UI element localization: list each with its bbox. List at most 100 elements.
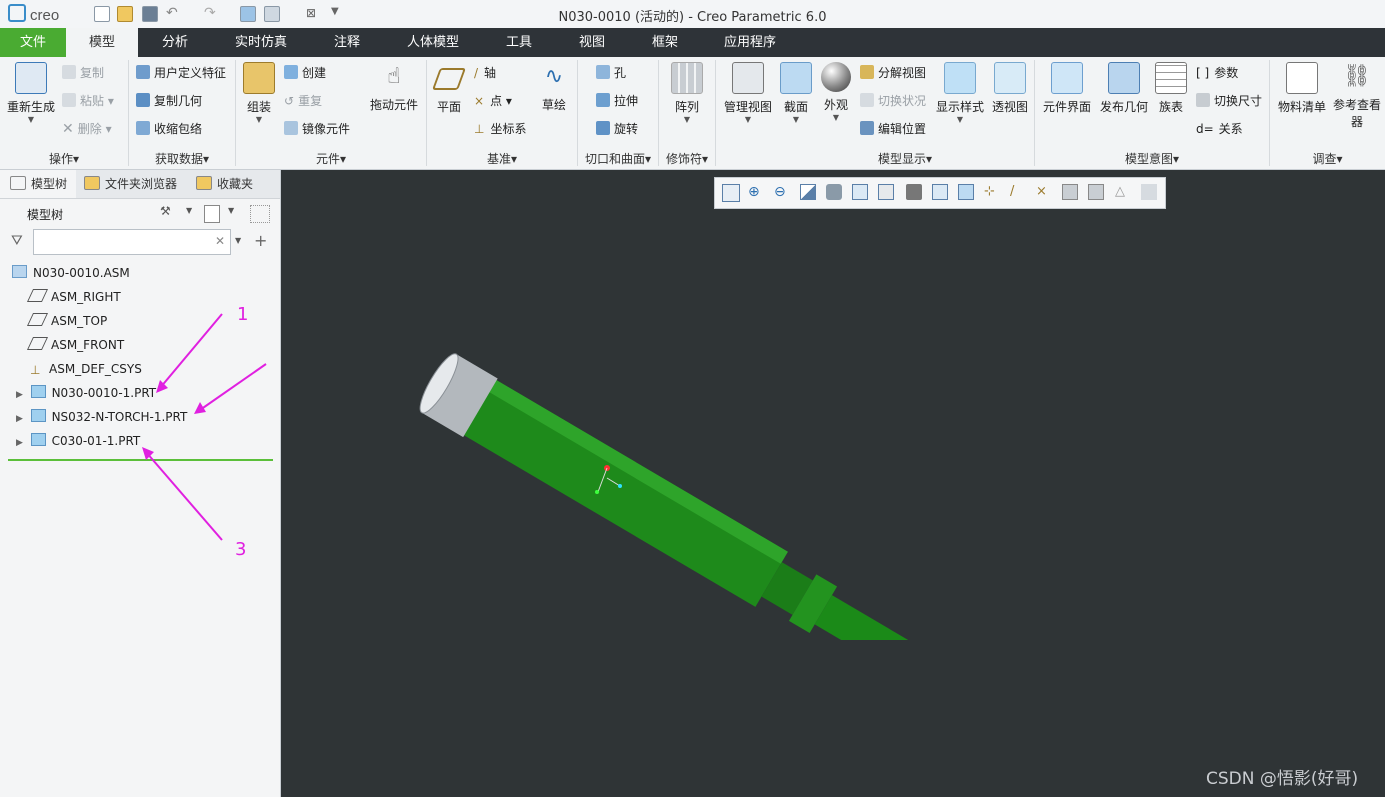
expand-arrow-icon[interactable]: ▶	[16, 438, 23, 448]
explode-view-button[interactable]: 分解视图	[860, 64, 926, 81]
component-interface-button[interactable]: 元件界面	[1040, 62, 1094, 115]
ribbon-group-label[interactable]: 基准▾	[427, 150, 577, 167]
sketch-button[interactable]: ∿ 草绘	[536, 62, 572, 113]
refit-icon[interactable]	[722, 184, 740, 202]
search-dropdown-icon[interactable]: ▼	[235, 236, 241, 245]
tab-framework[interactable]: 框架	[638, 28, 692, 57]
ribbon-group-label[interactable]: 模型意图▾	[1094, 150, 1210, 167]
extrude-button[interactable]: 拉伸	[596, 92, 638, 109]
relations-button[interactable]: d= 关系	[1196, 120, 1243, 137]
point-button[interactable]: × 点 ▾	[474, 92, 512, 109]
shrinkwrap-button[interactable]: 收缩包络	[136, 120, 202, 137]
panel-tab-model-tree[interactable]: 模型树	[0, 170, 76, 198]
repeat-button[interactable]: ↺ 重复	[284, 92, 322, 109]
model-main-body	[462, 379, 788, 607]
hole-button[interactable]: 孔	[596, 64, 626, 81]
perspective-button[interactable]: 透视图	[988, 62, 1032, 115]
tree-item-assembly[interactable]: N030-0010.ASM	[12, 264, 130, 282]
point-display-icon[interactable]: ×	[1036, 184, 1052, 200]
plane-button[interactable]: 平面	[431, 62, 467, 115]
ribbon-group-label[interactable]: 修饰符▾	[659, 150, 715, 167]
settings-dropdown-icon[interactable]: ▼	[186, 206, 192, 215]
appearance-button[interactable]: 外观 ▼	[818, 62, 854, 122]
filter-funnel-icon[interactable]: ⛛	[11, 233, 23, 249]
zoom-out-icon[interactable]: ⊖	[774, 184, 790, 200]
tree-item-datum-plane[interactable]: ASM_TOP	[26, 312, 107, 330]
copy-button[interactable]: 复制	[62, 64, 104, 81]
tree-item-datum-plane[interactable]: ASM_RIGHT	[26, 288, 121, 306]
ribbon-group-label[interactable]: 元件▾	[236, 150, 426, 167]
csys-display-icon[interactable]	[1062, 184, 1078, 200]
panel-tab-favorites[interactable]: 收藏夹	[196, 170, 266, 198]
reference-viewer-button[interactable]: ⛓ 参考查看器	[1330, 62, 1384, 130]
expand-arrow-icon[interactable]: ▶	[16, 414, 23, 424]
clear-search-icon[interactable]: ✕	[215, 234, 225, 248]
tab-manikin[interactable]: 人体模型	[396, 28, 470, 57]
tree-filter-icon[interactable]	[250, 205, 270, 223]
pattern-button[interactable]: 阵列 ▼	[664, 62, 710, 124]
revolve-button[interactable]: 旋转	[596, 120, 638, 137]
appearance-sphere-icon	[821, 62, 851, 92]
show-dropdown-icon[interactable]: ▼	[228, 206, 234, 215]
paste-button[interactable]: 粘贴 ▾	[62, 92, 114, 109]
tree-item-csys[interactable]: ⊥ ASM_DEF_CSYS	[30, 360, 142, 378]
shading-icon[interactable]	[826, 184, 842, 200]
display-style-toolbar-icon[interactable]	[852, 184, 868, 200]
tree-item-datum-plane[interactable]: ASM_FRONT	[26, 336, 124, 354]
ribbon-group-label[interactable]: 调查▾	[1270, 150, 1385, 167]
settings-tools-icon[interactable]: ⚒	[160, 204, 176, 222]
parameters-button[interactable]: [ ] 参数	[1196, 64, 1238, 81]
udf-button[interactable]: 用户定义特征	[136, 64, 226, 81]
view-manager-icon[interactable]	[906, 184, 922, 200]
panel-tab-folder-browser[interactable]: 文件夹浏览器	[84, 170, 192, 198]
datum-display-icon[interactable]: ⊹	[984, 184, 1000, 200]
expand-arrow-icon[interactable]: ▶	[16, 390, 23, 400]
display-style-button[interactable]: 显示样式 ▼	[934, 62, 986, 124]
tab-annotate[interactable]: 注释	[320, 28, 374, 57]
annotation-toggle-icon[interactable]	[1141, 184, 1157, 200]
csys-button[interactable]: ⊥ 坐标系	[474, 120, 526, 137]
repaint-icon[interactable]	[800, 184, 816, 200]
axis-display-icon[interactable]: /	[1010, 184, 1026, 200]
tree-item-part[interactable]: ▶ C030-01-1.PRT	[16, 432, 140, 450]
bom-button[interactable]: 物料清单	[1276, 62, 1328, 115]
plane-icon	[431, 68, 467, 90]
tab-analysis[interactable]: 分析	[148, 28, 202, 57]
create-button[interactable]: 创建	[284, 64, 326, 81]
spin-center-icon[interactable]	[1088, 184, 1104, 200]
section-button[interactable]: 截面 ▼	[778, 62, 814, 124]
assemble-button[interactable]: 组装 ▼	[240, 62, 278, 124]
orient-icon[interactable]	[932, 184, 948, 200]
axis-button[interactable]: / 轴	[474, 64, 496, 81]
manage-views-button[interactable]: 管理视图 ▼	[720, 62, 776, 124]
tree-search-input[interactable]	[33, 229, 231, 255]
toggle-status-icon	[860, 93, 874, 107]
show-list-icon[interactable]	[204, 205, 220, 223]
zoom-in-icon[interactable]: ⊕	[748, 184, 764, 200]
drag-component-button[interactable]: ☝ 拖动元件	[366, 62, 422, 113]
ribbon-group-label[interactable]: 获取数据▾	[129, 150, 235, 167]
annotation-display-icon[interactable]: △	[1115, 184, 1131, 200]
add-filter-icon[interactable]: +	[254, 231, 267, 250]
regenerate-button[interactable]: 重新生成 ▼	[4, 62, 58, 124]
toggle-status-button[interactable]: 切换状况	[860, 92, 926, 109]
tab-file[interactable]: 文件	[0, 28, 66, 57]
copy-geometry-icon	[136, 93, 150, 107]
tab-live-simulation[interactable]: 实时仿真	[224, 28, 298, 57]
section-view-icon[interactable]	[958, 184, 974, 200]
delete-button[interactable]: ✕ 删除 ▾	[62, 120, 112, 137]
family-table-button[interactable]: 族表	[1153, 62, 1189, 115]
ribbon-group-label[interactable]: 切口和曲面▾	[578, 150, 658, 167]
tab-applications[interactable]: 应用程序	[713, 28, 787, 57]
tab-model[interactable]: 模型	[66, 28, 138, 57]
mirror-component-button[interactable]: 镜像元件	[284, 120, 350, 137]
tab-tools[interactable]: 工具	[492, 28, 546, 57]
saved-views-icon[interactable]	[878, 184, 894, 200]
publish-geometry-button[interactable]: 发布几何	[1097, 62, 1151, 115]
edit-position-button[interactable]: 编辑位置	[860, 120, 926, 137]
ribbon-group-label[interactable]: 操作▾	[0, 150, 128, 167]
toggle-dimensions-button[interactable]: 切换尺寸	[1196, 92, 1262, 109]
3d-model[interactable]	[300, 300, 920, 640]
copy-geometry-button[interactable]: 复制几何	[136, 92, 202, 109]
tab-view[interactable]: 视图	[565, 28, 619, 57]
